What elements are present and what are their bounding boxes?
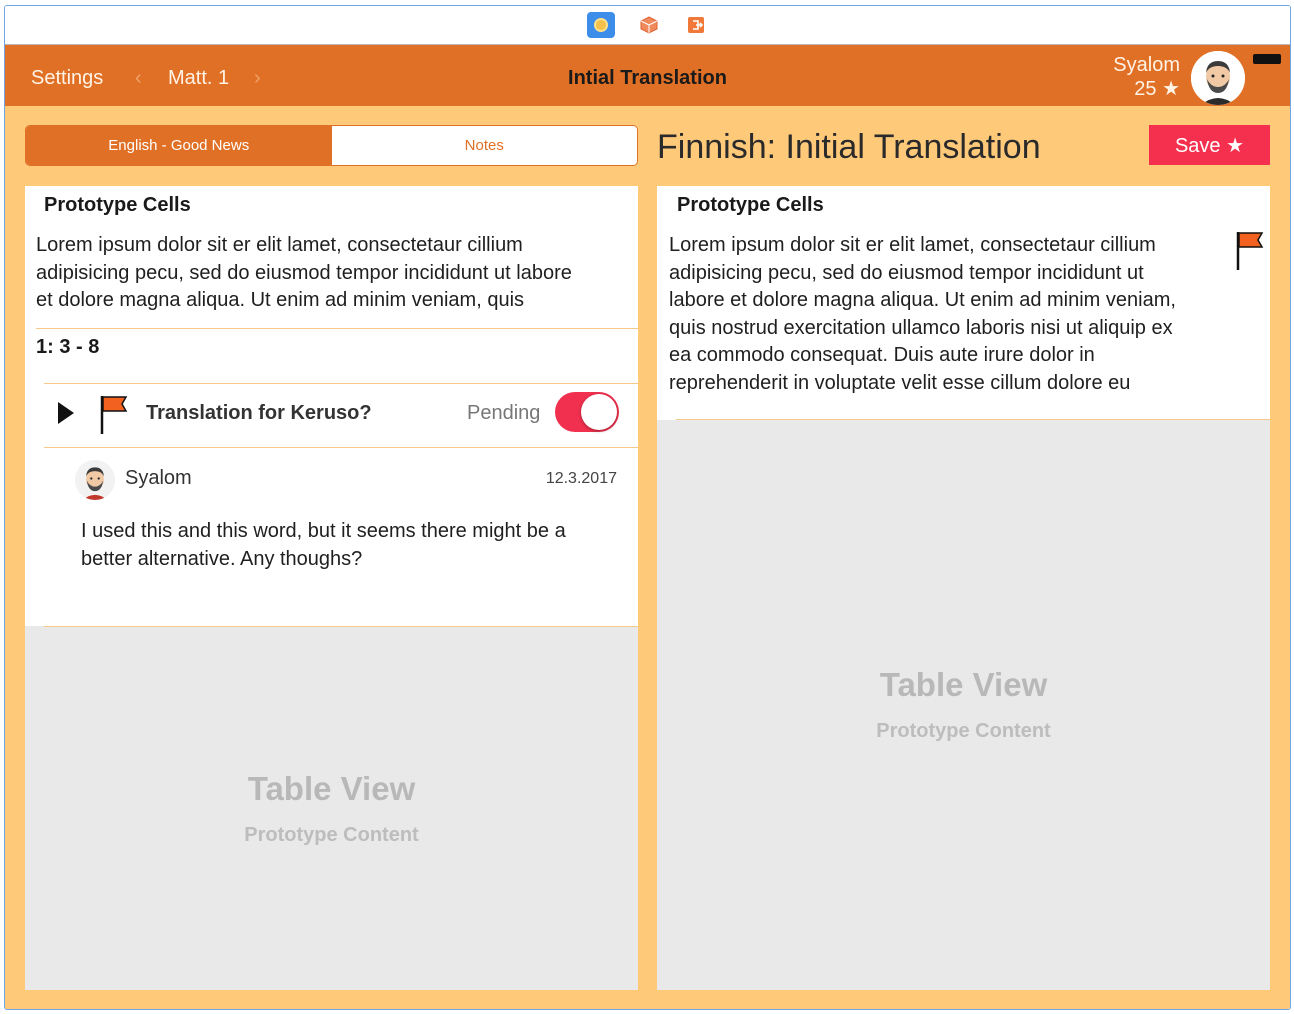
left-table-view[interactable]: Prototype Cells Lorem ipsum dolor sit er… bbox=[25, 186, 638, 990]
save-button[interactable]: Save ★ bbox=[1149, 125, 1270, 165]
avatar[interactable] bbox=[1191, 51, 1245, 105]
divider bbox=[44, 383, 638, 384]
navigation-bar: Settings ‹ Matt. 1 › Intial Translation … bbox=[5, 44, 1290, 106]
user-info[interactable]: Syalom 25 ★ bbox=[1113, 53, 1180, 101]
avatar bbox=[75, 460, 115, 500]
comment-date: 12.3.2017 bbox=[545, 470, 617, 487]
exit-icon[interactable] bbox=[682, 12, 710, 38]
table-view-placeholder-title: Table View bbox=[247, 770, 416, 807]
note-title: Translation for Keruso? bbox=[146, 402, 372, 424]
page-title: Finnish: Initial Translation bbox=[657, 128, 1041, 166]
right-prototype-cells: Prototype Cells Lorem ipsum dolor sit er… bbox=[657, 186, 1270, 420]
cell-header: Prototype Cells bbox=[44, 194, 191, 216]
chevron-left-icon[interactable]: ‹ bbox=[135, 67, 142, 90]
divider bbox=[36, 328, 638, 329]
verse-reference: 1: 3 - 8 bbox=[36, 336, 100, 358]
table-view-placeholder-subtitle: Prototype Content bbox=[244, 824, 419, 846]
text-line: reprehenderit in voluptate velit esse ci… bbox=[669, 371, 1131, 394]
toggle-knob bbox=[581, 394, 617, 430]
text-line: adipisicing pecu, sed do eiusmod tempor … bbox=[669, 261, 1144, 284]
view-controller-icon[interactable] bbox=[587, 12, 615, 38]
settings-button[interactable]: Settings bbox=[31, 67, 103, 90]
first-responder-icon[interactable] bbox=[635, 12, 663, 38]
text-line: Lorem ipsum dolor sit er elit lamet, con… bbox=[669, 234, 1156, 256]
segment-english-good-news[interactable]: English - Good News bbox=[26, 126, 332, 165]
segmented-control: English - Good News Notes bbox=[25, 125, 638, 166]
table-view-placeholder-title: Table View bbox=[879, 666, 1048, 703]
segment-notes[interactable]: Notes bbox=[331, 126, 637, 165]
flag-icon[interactable] bbox=[99, 394, 129, 434]
battery-icon bbox=[1253, 54, 1281, 64]
pending-toggle[interactable] bbox=[555, 392, 619, 432]
comment-text: I used this and this word, but it seems … bbox=[81, 518, 621, 573]
disclosure-triangle-icon[interactable] bbox=[58, 402, 74, 424]
user-name: Syalom bbox=[1113, 54, 1180, 76]
note-status: Pending bbox=[467, 402, 541, 424]
text-line: better alternative. Any thoughs? bbox=[81, 547, 363, 570]
divider bbox=[44, 626, 638, 627]
divider bbox=[676, 419, 1270, 420]
text-line: I used this and this word, but it seems … bbox=[81, 520, 566, 542]
text-line: ea commodo consequat. Duis aute irure do… bbox=[669, 344, 1095, 366]
right-table-view[interactable]: Prototype Cells Lorem ipsum dolor sit er… bbox=[657, 186, 1270, 990]
translation-text[interactable]: Lorem ipsum dolor sit er elit lamet, con… bbox=[669, 232, 1176, 397]
scene-dock bbox=[5, 6, 1290, 44]
text-line: quis nostrud exercitation ullamco labori… bbox=[669, 316, 1173, 339]
text-line: labore et dolore magna aliqua. Ut enim a… bbox=[669, 289, 1176, 311]
comment-author: Syalom bbox=[125, 467, 192, 489]
ipad-screen: Settings ‹ Matt. 1 › Intial Translation … bbox=[5, 44, 1290, 1009]
table-view-placeholder-subtitle: Prototype Content bbox=[876, 720, 1051, 742]
cell-header: Prototype Cells bbox=[677, 194, 824, 216]
storyboard-scene-frame: Settings ‹ Matt. 1 › Intial Translation … bbox=[4, 5, 1291, 1010]
divider bbox=[44, 447, 638, 448]
source-text: Lorem ipsum dolor sit er elit lamet, con… bbox=[36, 232, 572, 315]
chevron-right-icon[interactable]: › bbox=[254, 67, 261, 90]
chapter-button[interactable]: Matt. 1 bbox=[168, 67, 229, 90]
text-line: Lorem ipsum dolor sit er elit lamet, con… bbox=[36, 234, 523, 256]
user-points: 25 ★ bbox=[1134, 78, 1180, 100]
text-line: adipisicing pecu, sed do eiusmod tempor … bbox=[36, 261, 572, 284]
left-prototype-cells: Prototype Cells Lorem ipsum dolor sit er… bbox=[25, 186, 638, 626]
flag-icon[interactable] bbox=[1235, 230, 1265, 270]
text-line: et dolore magna aliqua. Ut enim ad minim… bbox=[36, 289, 525, 311]
